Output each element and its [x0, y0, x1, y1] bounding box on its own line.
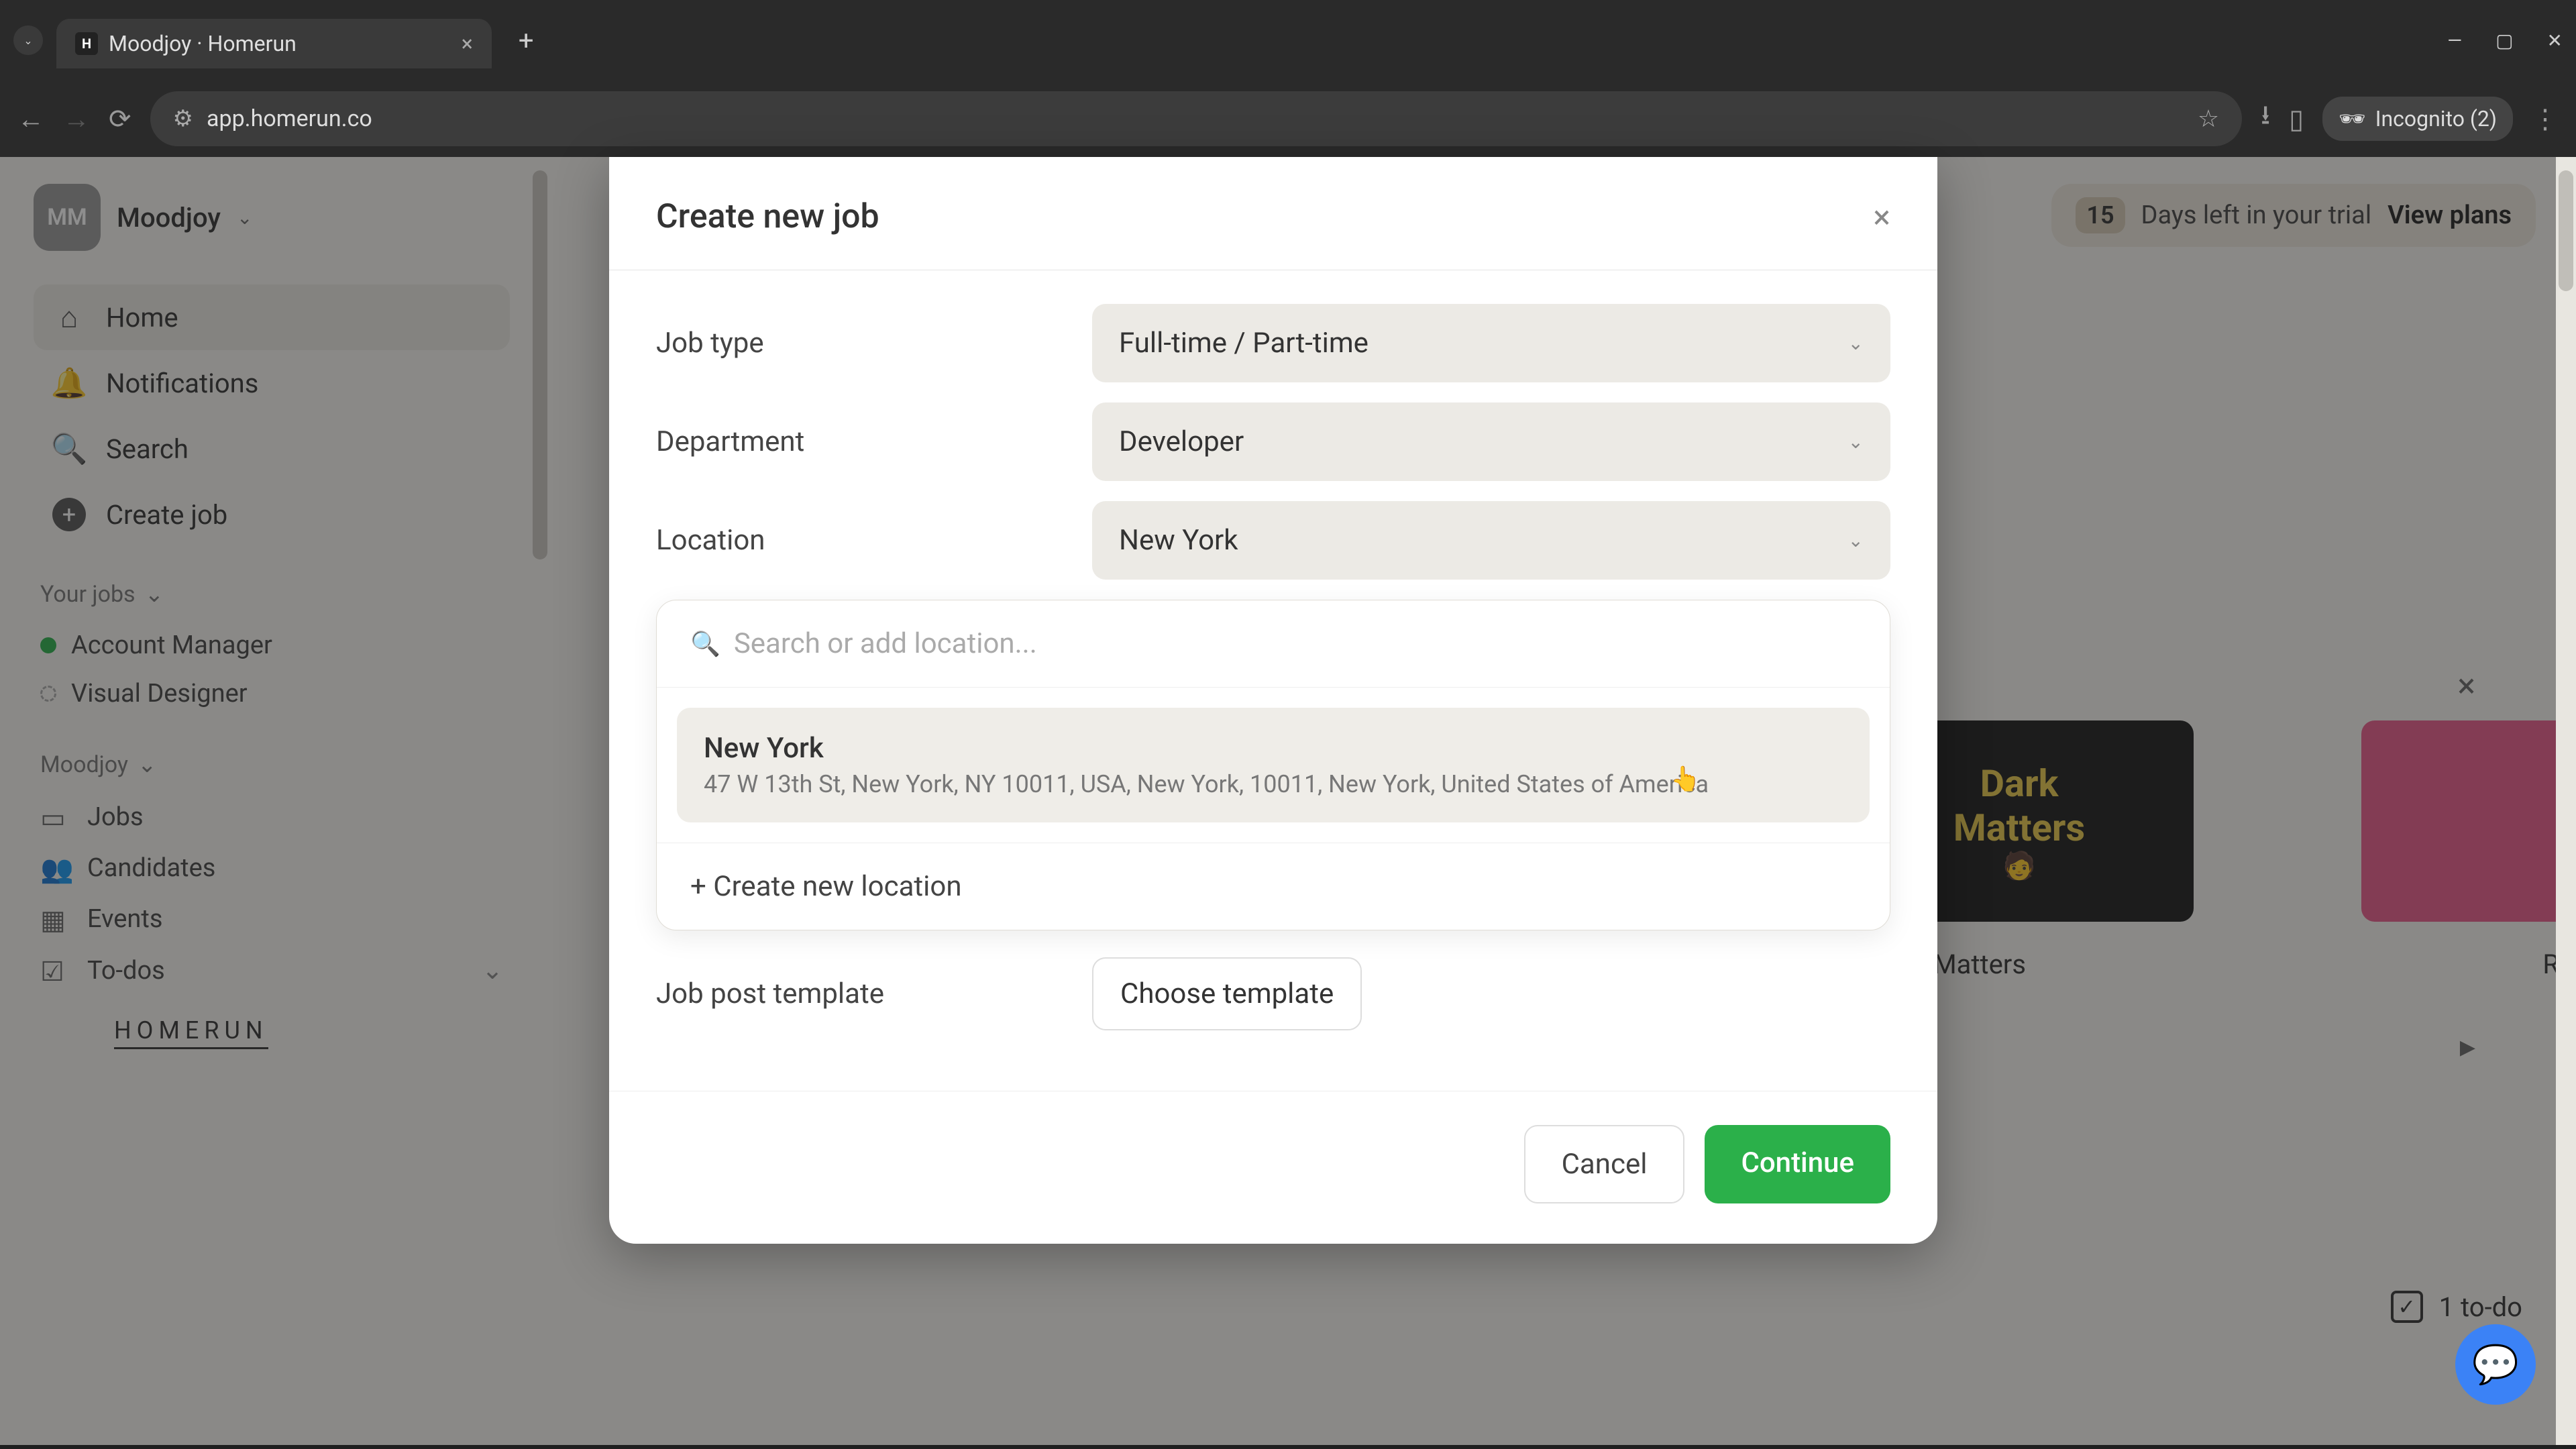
modal-title: Create new job: [656, 197, 879, 236]
select-value: Full-time / Part-time: [1119, 327, 1368, 360]
divider: [657, 687, 1890, 688]
job-type-select[interactable]: Full-time / Part-time ⌄: [1092, 304, 1890, 382]
form-row-location: Location New York ⌄: [656, 501, 1890, 580]
back-button[interactable]: ←: [17, 103, 44, 135]
tab-bar: ⌄ H Moodjoy · Homerun × + — ▢ ✕: [0, 0, 2576, 80]
forward-button[interactable]: →: [63, 103, 90, 135]
support-chat-button[interactable]: 💬: [2455, 1324, 2536, 1405]
location-search-input[interactable]: [734, 627, 1856, 660]
create-job-modal: Create new job × Job type Full-time / Pa…: [609, 157, 1937, 1244]
reload-button[interactable]: ⟳: [109, 103, 131, 135]
cancel-button[interactable]: Cancel: [1524, 1125, 1685, 1203]
bookmark-star-icon[interactable]: ☆: [2198, 105, 2219, 133]
location-dropdown: 🔍 New York 47 W 13th St, New York, NY 10…: [656, 600, 1890, 930]
department-label: Department: [656, 425, 1092, 458]
address-bar-row: ← → ⟳ ⚙ app.homerun.co ☆ ⭳ ▯ 🕶 Incognito…: [0, 80, 2576, 157]
modal-footer: Cancel Continue: [609, 1091, 1937, 1244]
tab-favicon: H: [75, 32, 98, 55]
tab-list-button[interactable]: ⌄: [13, 25, 43, 55]
downloads-icon[interactable]: ⭳: [2261, 96, 2270, 142]
chevron-down-icon: ⌄: [1848, 431, 1864, 453]
dropdown-search-row: 🔍: [657, 600, 1890, 687]
continue-button[interactable]: Continue: [1705, 1125, 1890, 1203]
form-row-template: Job post template Choose template: [656, 957, 1890, 1030]
page-scrollbar[interactable]: [2556, 157, 2576, 1445]
browser-tab[interactable]: H Moodjoy · Homerun ×: [56, 19, 492, 68]
incognito-badge[interactable]: 🕶 Incognito (2): [2322, 97, 2513, 141]
job-type-label: Job type: [656, 327, 1092, 360]
create-new-location-button[interactable]: + Create new location: [657, 843, 1890, 930]
app-container: MM Moodjoy ⌄ ⌂ Home 🔔 Notifications 🔍 Se…: [0, 157, 2576, 1445]
close-tab-icon[interactable]: ×: [462, 31, 473, 56]
option-title: New York: [704, 732, 1843, 765]
scrollbar-thumb[interactable]: [2559, 170, 2573, 291]
search-icon: 🔍: [690, 630, 720, 658]
modal-body: Job type Full-time / Part-time ⌄ Departm…: [609, 270, 1937, 1071]
url-text: app.homerun.co: [207, 105, 372, 132]
chevron-down-icon: ⌄: [1848, 529, 1864, 551]
window-controls: — ▢ ✕: [2447, 30, 2563, 52]
url-bar[interactable]: ⚙ app.homerun.co ☆: [150, 91, 2243, 146]
chevron-down-icon: ⌄: [1848, 332, 1864, 354]
browser-chrome: ⌄ H Moodjoy · Homerun × + — ▢ ✕ ← → ⟳ ⚙ …: [0, 0, 2576, 157]
chat-icon: 💬: [2472, 1342, 2519, 1387]
incognito-label: Incognito (2): [2375, 106, 2497, 131]
reader-icon[interactable]: ▯: [2289, 103, 2304, 135]
cursor-icon: 👆: [1670, 765, 1701, 793]
form-row-job-type: Job type Full-time / Part-time ⌄: [656, 304, 1890, 382]
choose-template-button[interactable]: Choose template: [1092, 957, 1362, 1030]
location-select[interactable]: New York ⌄: [1092, 501, 1890, 580]
select-value: Developer: [1119, 425, 1244, 458]
close-modal-icon[interactable]: ×: [1873, 198, 1890, 236]
location-label: Location: [656, 524, 1092, 557]
select-value: New York: [1119, 524, 1238, 557]
template-label: Job post template: [656, 977, 1092, 1010]
modal-header: Create new job ×: [609, 157, 1937, 270]
close-window-icon[interactable]: ✕: [2547, 30, 2563, 52]
new-tab-button[interactable]: +: [519, 25, 534, 56]
tab-title: Moodjoy · Homerun: [109, 31, 297, 56]
department-select[interactable]: Developer ⌄: [1092, 402, 1890, 481]
maximize-icon[interactable]: ▢: [2496, 30, 2513, 52]
chevron-down-icon: ⌄: [23, 34, 32, 47]
site-settings-icon[interactable]: ⚙: [173, 105, 193, 132]
menu-icon[interactable]: ⋮: [2532, 103, 2559, 135]
form-row-department: Department Developer ⌄: [656, 402, 1890, 481]
incognito-icon: 🕶: [2339, 106, 2366, 131]
minimize-icon[interactable]: —: [2447, 30, 2462, 52]
